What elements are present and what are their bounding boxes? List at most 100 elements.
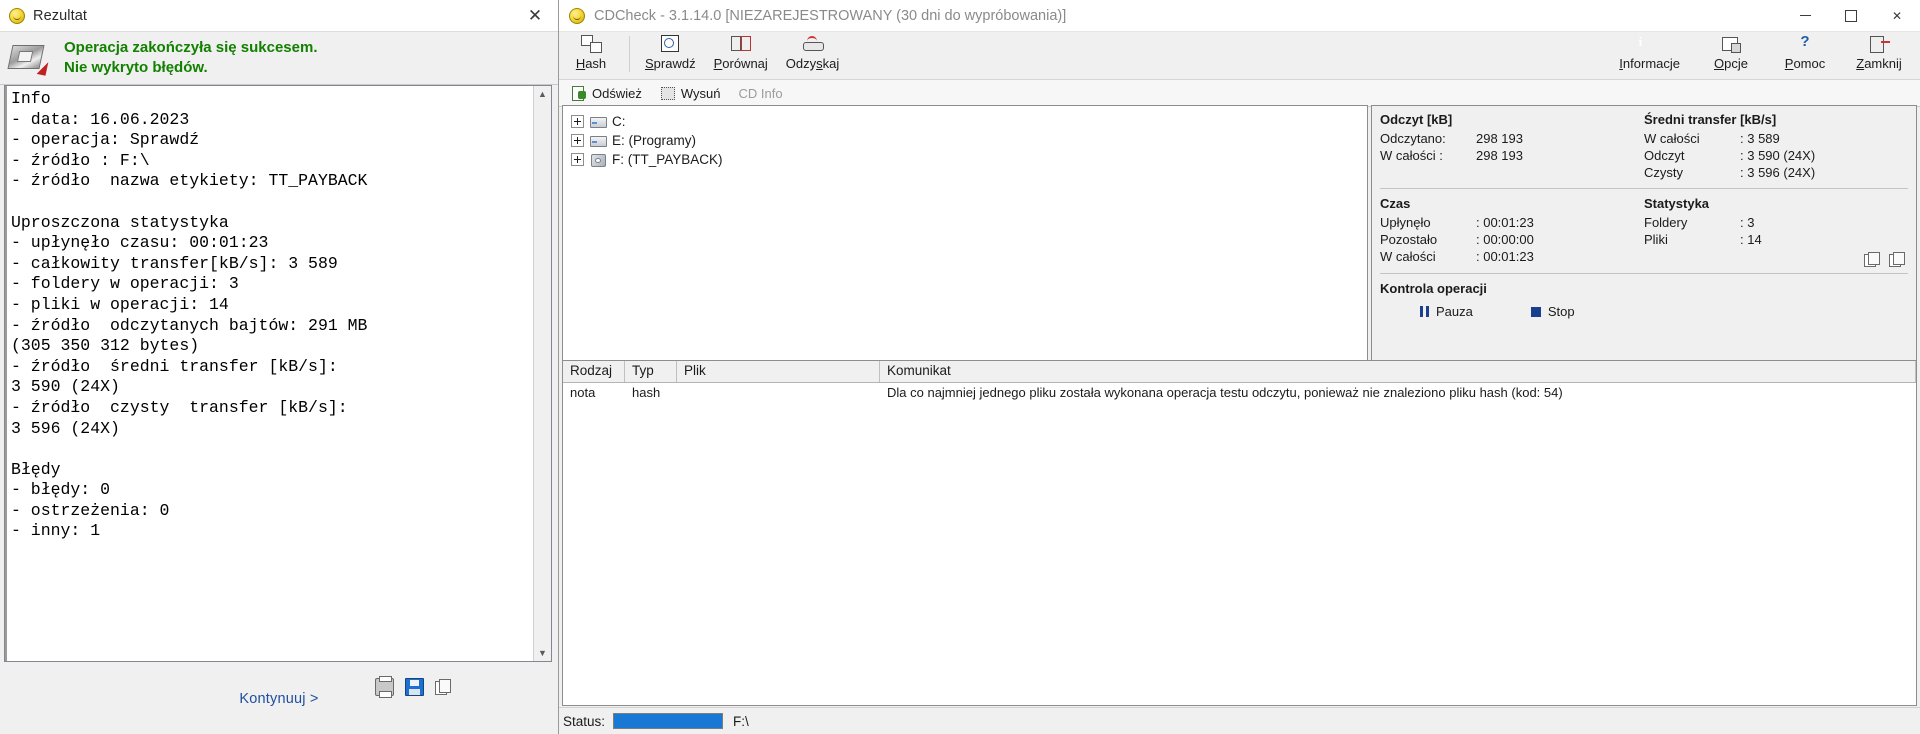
toolbar-label-zamknij: Zamknij [1856, 56, 1902, 71]
stats-row-transfer-total: W całości : 3 589 [1644, 130, 1908, 147]
pause-button[interactable]: Pauza [1420, 304, 1473, 319]
toolbar-label-sprawdz: Sprawdź [645, 56, 696, 71]
column-header-rodzaj[interactable]: Rodzaj [563, 361, 625, 382]
cdcheck-main-toolbar: Hash Sprawdź Porównaj Odzyskaj Informacj… [559, 32, 1920, 80]
column-header-komunikat[interactable]: Komunikat [880, 361, 1916, 382]
stats-key: Pliki [1644, 232, 1668, 247]
table-row[interactable]: nota hash Dla co najmniej jednego pliku … [563, 383, 1916, 402]
expand-icon[interactable] [571, 115, 584, 128]
drive-icon [590, 134, 607, 148]
toolbar-button-informacje[interactable]: Informacje [1605, 32, 1694, 71]
toolbar-button-hash[interactable]: Hash [559, 32, 623, 71]
banner-line-2: Nie wykryto błędów. [64, 59, 208, 76]
table-header-row: Rodzaj Typ Plik Komunikat [563, 361, 1916, 383]
stats-value: : 3 [1740, 215, 1755, 230]
pause-icon [1420, 306, 1429, 317]
cdcheck-title: CDCheck - 3.1.14.0 [NIEZAREJESTROWANY (3… [594, 7, 1067, 24]
recover-icon [802, 35, 824, 54]
stats-time-header: Czas [1380, 196, 1411, 211]
stats-row-odczytano: Odczytano: 298 193 [1380, 130, 1644, 147]
toolbar2-button-wysun[interactable]: Wysuń [656, 86, 735, 101]
toolbar-button-sprawdz[interactable]: Sprawdź [636, 32, 705, 71]
expand-icon[interactable] [571, 134, 584, 147]
toolbar-button-zamknij[interactable]: Zamknij [1842, 32, 1916, 71]
banner-line-1: Operacja zakończyła się sukcesem. [64, 38, 318, 56]
column-header-plik[interactable]: Plik [677, 361, 880, 382]
tree-label-c: C: [612, 114, 626, 129]
cd-icon [590, 153, 607, 167]
stats-key: W całości [1644, 131, 1700, 146]
tree-item-f[interactable]: F: (TT_PAYBACK) [567, 150, 1367, 169]
rezultat-footer: Kontynuuj > [0, 664, 558, 734]
check-icon [659, 35, 681, 54]
stats-key: Pozostało [1380, 232, 1438, 247]
stats-statistics-header: Statystyka [1644, 196, 1710, 211]
cdcheck-titlebar: CDCheck - 3.1.14.0 [NIEZAREJESTROWANY (3… [559, 0, 1920, 32]
stats-top-row: Odczyt [kB] Odczytano: 298 193 W całości… [1380, 112, 1908, 181]
save-icon[interactable] [405, 678, 424, 696]
cdcheck-secondary-toolbar: Odśwież Wysuń CD Info [559, 80, 1920, 107]
status-bar: Status: F:\ [559, 707, 1920, 734]
continue-button[interactable]: Kontynuuj > [239, 691, 318, 707]
rezultat-scrollbar[interactable]: ▲ ▼ [533, 86, 551, 661]
stats-divider [1380, 188, 1908, 189]
stats-row-wcalosci-time: W całości : 00:01:23 [1380, 248, 1644, 265]
stats-key: Foldery [1644, 215, 1688, 230]
tree-label-f: F: (TT_PAYBACK) [612, 152, 723, 167]
status-path: F:\ [733, 713, 749, 729]
toolbar-label-odzyskaj: Odzyskaj [785, 56, 840, 71]
tree-item-e[interactable]: E: (Programy) [567, 131, 1367, 150]
rezultat-log-container: Info - data: 16.06.2023 - operacja: Spra… [4, 85, 552, 662]
expand-icon[interactable] [571, 153, 584, 166]
stats-key: W całości : [1380, 148, 1443, 163]
stats-key: Czysty [1644, 165, 1683, 180]
column-header-typ[interactable]: Typ [625, 361, 677, 382]
cd-disc-icon [9, 7, 25, 24]
tree-item-c[interactable]: C: [567, 112, 1367, 131]
toolbar-button-odzyskaj[interactable]: Odzyskaj [777, 32, 848, 71]
pause-label: Pauza [1436, 304, 1473, 319]
scroll-down-icon[interactable]: ▼ [534, 645, 551, 661]
maximize-button[interactable] [1828, 0, 1874, 31]
copy-all-icon[interactable] [1889, 252, 1905, 267]
stats-transfer-header: Średni transfer [kB/s] [1644, 112, 1777, 127]
scroll-up-icon[interactable]: ▲ [534, 86, 551, 102]
close-icon[interactable]: ✕ [520, 3, 550, 28]
toolbar-label-porownaj: Porównaj [713, 56, 768, 71]
progress-bar [613, 713, 724, 729]
stats-value: : 14 [1740, 232, 1762, 247]
toolbar-separator [629, 36, 630, 72]
toolbar-button-pomoc[interactable]: Pomoc [1768, 32, 1842, 71]
cell-rodzaj: nota [570, 385, 596, 400]
toolbar2-button-odswiez[interactable]: Odśwież [567, 86, 656, 101]
help-icon [1794, 33, 1816, 54]
copy-icon[interactable] [435, 679, 452, 695]
stats-row-transfer-clean: Czysty : 3 596 (24X) [1644, 164, 1908, 181]
stats-value: 298 193 [1476, 131, 1523, 146]
close-button[interactable]: ✕ [1874, 0, 1920, 31]
stats-corner-icons [1644, 252, 1908, 267]
cd-disc-icon [569, 7, 585, 24]
cdcheck-body: C: E: (Programy) F: (TT_PAYBACK) Odczyt … [559, 105, 1920, 734]
stats-time-column: Czas Upłynęło : 00:01:23 Pozostało : 00:… [1380, 196, 1644, 266]
stats-value: : 3 590 (24X) [1740, 148, 1816, 163]
stats-row-pliki: Pliki : 14 [1644, 231, 1908, 248]
stop-button[interactable]: Stop [1530, 304, 1575, 319]
rezultat-log-text[interactable]: Info - data: 16.06.2023 - operacja: Spra… [5, 86, 533, 661]
print-icon[interactable] [375, 676, 394, 698]
toolbar-button-porownaj[interactable]: Porównaj [705, 32, 777, 71]
stats-statistics-column: Statystyka Foldery : 3 Pliki : 14 [1644, 196, 1908, 267]
stats-row-transfer-read: Odczyt : 3 590 (24X) [1644, 147, 1908, 164]
stats-key: W całości [1380, 249, 1436, 264]
rezultat-title: Rezultat [33, 7, 87, 24]
minimize-button[interactable] [1782, 0, 1828, 31]
control-buttons: Pauza Stop [1380, 304, 1908, 319]
exit-icon [1868, 35, 1890, 54]
window-buttons: ✕ [1782, 0, 1920, 31]
messages-table[interactable]: Rodzaj Typ Plik Komunikat nota hash Dla … [562, 360, 1917, 706]
toolbar-button-opcje[interactable]: Opcje [1694, 32, 1768, 71]
stop-label: Stop [1547, 304, 1575, 319]
cell-komunikat: Dla co najmniej jednego pliku została wy… [887, 385, 1563, 400]
copy-icon[interactable] [1864, 252, 1880, 267]
toolbar-label-pomoc: Pomoc [1784, 56, 1826, 71]
